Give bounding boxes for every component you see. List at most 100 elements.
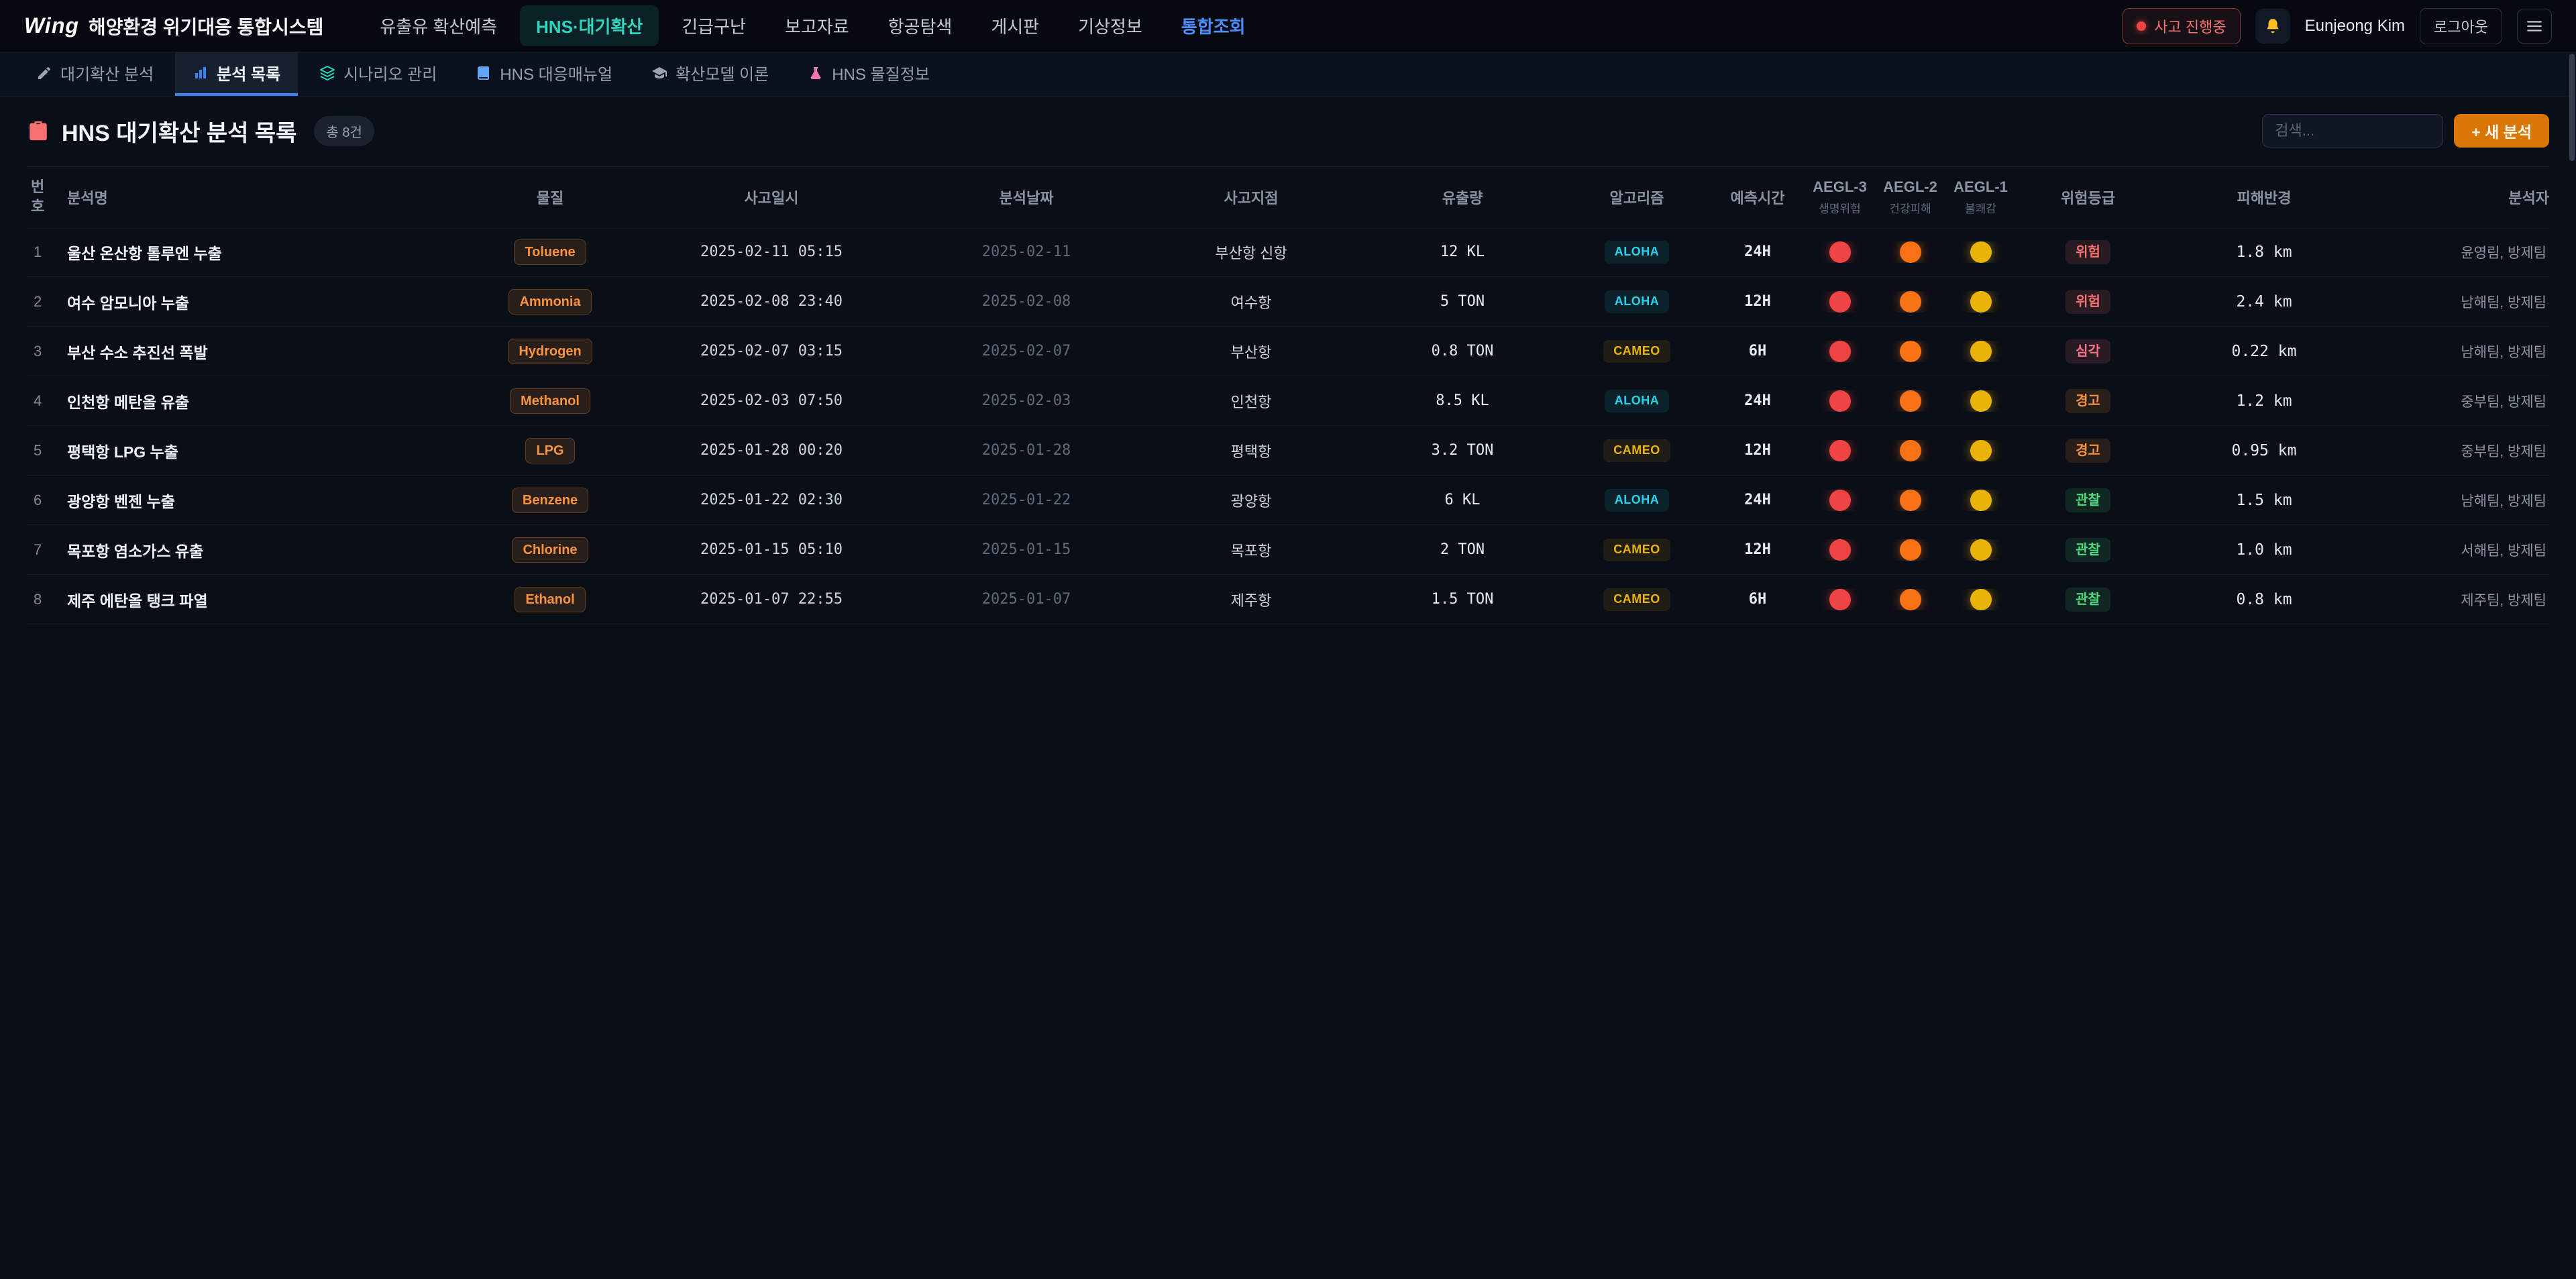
analysis-row[interactable]: 2여수 암모니아 누출Ammonia2025-02-08 23:402025-0… [27,277,2549,327]
nav-oil-spill-forecast[interactable]: 유출유 확산예측 [364,5,513,46]
nav-integrated-search[interactable]: 통합조회 [1165,5,1262,46]
aegl1-indicator [1970,490,1992,511]
total-count-badge: 총 8건 [314,116,374,146]
nav-weather-info[interactable]: 기상정보 [1062,5,1159,46]
aegl1-indicator [1970,341,1992,362]
grade-cell: 위험 [2016,240,2160,264]
aegl3-cell [1805,241,1875,263]
incident-location: 평택항 [1140,440,1362,461]
analyst: 남해팀, 방제팀 [2368,490,2549,510]
aegl3-cell [1805,490,1875,511]
notifications-button[interactable] [2255,9,2290,44]
damage-radius: 2.4 km [2160,293,2368,311]
analysis-row[interactable]: 1울산 온산항 톨루엔 누출Toluene2025-02-11 05:15202… [27,227,2549,277]
incident-location: 부산항 신항 [1140,241,1362,263]
analysis-date: 2025-02-03 [912,392,1140,409]
header-no: 번호 [27,178,54,216]
spill-amount: 0.8 TON [1362,343,1563,359]
analyst: 중부팀, 방제팀 [2368,391,2549,411]
bell-icon [2264,17,2282,36]
menu-button[interactable] [2517,9,2552,44]
incident-location: 광양항 [1140,490,1362,511]
new-analysis-button[interactable]: + 새 분석 [2454,114,2549,148]
aegl3-cell [1805,341,1875,362]
forecast-duration: 24H [1711,492,1805,508]
layers-icon [319,65,335,81]
nav-reports[interactable]: 보고자료 [769,5,865,46]
substance-badge: Toluene [514,239,586,265]
logout-button[interactable]: 로그아웃 [2420,8,2502,44]
aegl2-indicator [1900,291,1921,313]
aegl2-cell [1875,589,1945,610]
tab-hns-response-manual[interactable]: HNS 대응매뉴얼 [458,52,630,96]
aegl2-indicator [1900,440,1921,461]
algorithm-badge: ALOHA [1605,290,1670,313]
analysis-name[interactable]: 울산 온산항 톨루엔 누출 [67,241,470,264]
spill-amount: 8.5 KL [1362,392,1563,409]
nav-emergency-rescue[interactable]: 긴급구난 [665,5,762,46]
nav-hns-atmospheric[interactable]: HNS·대기확산 [520,5,659,46]
damage-radius: 1.2 km [2160,392,2368,410]
risk-grade-badge: 위험 [2065,240,2110,264]
algorithm-cell: CAMEO [1563,340,1711,363]
substance-badge: Benzene [512,488,588,513]
aegl3-cell [1805,539,1875,561]
aegl2-indicator [1900,539,1921,561]
analysis-name[interactable]: 목포항 염소가스 유출 [67,539,470,561]
tab-scenario-management[interactable]: 시나리오 관리 [302,52,454,96]
analysis-name[interactable]: 제주 에탄올 탱크 파열 [67,588,470,611]
spill-amount: 2 TON [1362,541,1563,558]
analysis-date: 2025-01-28 [912,442,1140,459]
nav-aerial-search[interactable]: 항공탐색 [872,5,969,46]
algorithm-badge: CAMEO [1603,588,1670,611]
incident-location: 여수항 [1140,291,1362,313]
substance-cell: Chlorine [470,537,631,563]
page-scrollbar[interactable] [2569,54,2575,1274]
incident-dot-icon [2137,21,2146,31]
aegl2-cell [1875,539,1945,561]
risk-grade-badge: 관찰 [2065,488,2110,512]
tab-atmospheric-analysis[interactable]: 대기확산 분석 [19,52,171,96]
analysis-name[interactable]: 평택항 LPG 누출 [67,439,470,462]
analysis-row[interactable]: 4인천항 메탄올 유출Methanol2025-02-03 07:502025-… [27,376,2549,426]
substance-cell: Ammonia [470,289,631,315]
app-title: 해양환경 위기대응 통합시스템 [89,13,323,40]
incident-datetime: 2025-01-28 00:20 [631,442,912,459]
analysis-name[interactable]: 인천항 메탄올 유출 [67,390,470,412]
algorithm-cell: CAMEO [1563,439,1711,462]
page-header: HNS 대기확산 분석 목록 총 8건 + 새 분석 [27,114,2549,148]
analysis-row[interactable]: 3부산 수소 추진선 폭발Hydrogen2025-02-07 03:15202… [27,327,2549,376]
analyst: 남해팀, 방제팀 [2368,341,2549,362]
search-input[interactable] [2262,114,2443,148]
aegl2-cell [1875,440,1945,461]
nav-board[interactable]: 게시판 [975,5,1055,46]
tab-hns-substance-info[interactable]: HNS 물질정보 [790,52,947,96]
analysis-row[interactable]: 8제주 에탄올 탱크 파열Ethanol2025-01-07 22:552025… [27,575,2549,624]
analysis-row[interactable]: 7목포항 염소가스 유출Chlorine2025-01-15 05:102025… [27,525,2549,575]
substance-cell: Toluene [470,239,631,265]
incident-datetime: 2025-01-15 05:10 [631,541,912,558]
analysis-name[interactable]: 부산 수소 추진선 폭발 [67,340,470,363]
main-content: HNS 대기확산 분석 목록 총 8건 + 새 분석 번호 분석명 물질 사고일… [0,97,2576,624]
aegl2-cell [1875,390,1945,412]
tab-analysis-list[interactable]: 분석 목록 [175,52,298,96]
scrollbar-thumb[interactable] [2569,54,2575,161]
aegl1-cell [1945,589,2016,610]
analyst: 중부팀, 방제팀 [2368,441,2549,461]
tab-diffusion-model-theory[interactable]: 확산모델 이론 [634,52,786,96]
brand[interactable]: Wing 해양환경 위기대응 통합시스템 [24,13,323,40]
user-name: Eunjeong Kim [2305,17,2405,36]
substance-cell: Hydrogen [470,339,631,364]
analysis-name[interactable]: 광양항 벤젠 누출 [67,489,470,512]
analysis-row[interactable]: 5평택항 LPG 누출LPG2025-01-28 00:202025-01-28… [27,426,2549,476]
analysis-row[interactable]: 6광양항 벤젠 누출Benzene2025-01-22 02:302025-01… [27,476,2549,525]
incident-datetime: 2025-01-07 22:55 [631,591,912,608]
header-datetime: 사고일시 [631,186,912,208]
algorithm-badge: ALOHA [1605,241,1670,264]
hamburger-icon [2526,17,2543,35]
header-analyst: 분석자 [2368,186,2549,208]
aegl1-indicator [1970,440,1992,461]
substance-cell: Ethanol [470,587,631,612]
analysis-name[interactable]: 여수 암모니아 누출 [67,290,470,313]
tab-label: 확산모델 이론 [676,61,769,85]
